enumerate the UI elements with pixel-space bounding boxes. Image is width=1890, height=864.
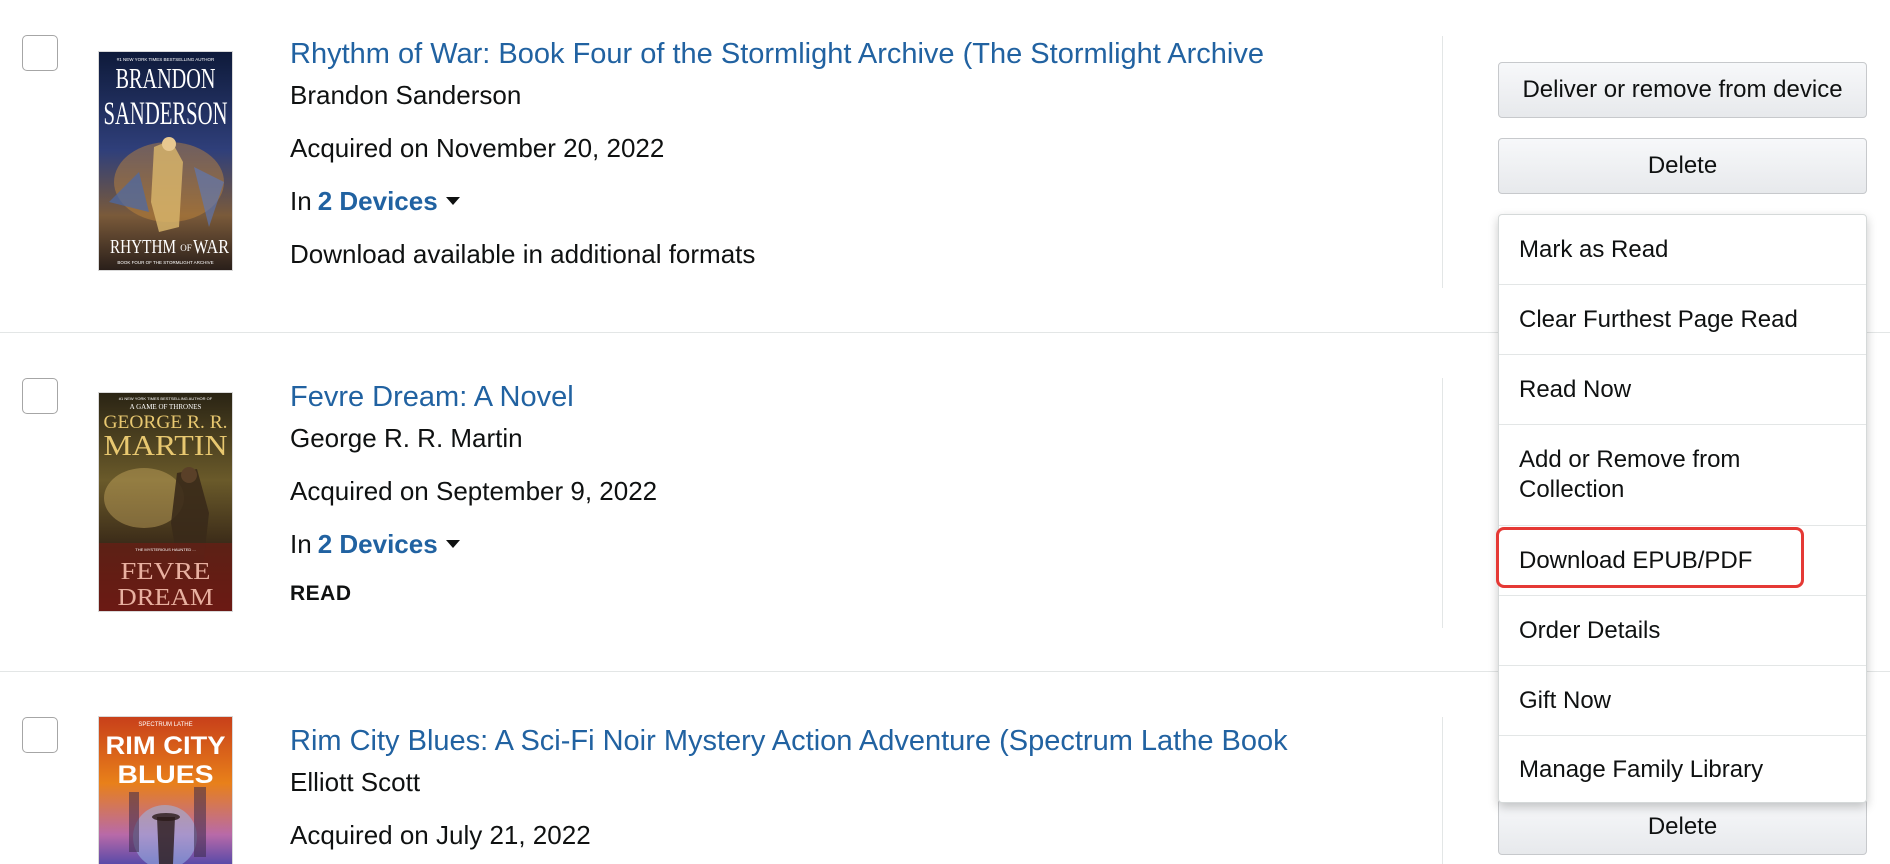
devices-line: In 2 Devices [290,185,460,217]
menu-item-read-now[interactable]: Read Now [1499,355,1866,425]
acquired-date: Acquired on November 20, 2022 [290,133,665,163]
cover-title-of: OF [180,243,192,253]
acquired-date: Acquired on July 21, 2022 [290,820,591,850]
column-divider [1442,378,1443,628]
select-checkbox[interactable] [22,378,58,414]
menu-item-download-epub-pdf[interactable]: Download EPUB/PDF [1499,526,1866,596]
acquired-date: Acquired on September 9, 2022 [290,476,658,506]
devices-line: In 2 Devices [290,528,460,560]
book-title-link[interactable]: Rhythm of War: Book Four of the Stormlig… [290,36,1368,72]
book-cover[interactable]: SPECTRUM LATHE RIM CITY BLUES [99,717,232,864]
more-actions-menu: Mark as Read Clear Furthest Page Read Re… [1498,214,1867,803]
menu-item-gift-now[interactable]: Gift Now [1499,666,1866,736]
delete-button[interactable]: Delete [1498,138,1867,194]
content-library-page: #1 NEW YORK TIMES BESTSELLING AUTHOR BRA… [0,0,1890,864]
cover-title-line1: RIM CITY [106,732,226,760]
cover-author-line1: GEORGE R. R. [104,412,228,433]
menu-item-add-remove-collection[interactable]: Add or Remove from Collection [1499,425,1866,526]
menu-item-manage-family-library[interactable]: Manage Family Library [1499,736,1866,802]
menu-item-mark-as-read[interactable]: Mark as Read [1499,215,1866,285]
caret-down-icon[interactable] [445,540,460,549]
cover-title-main: RHYTHM [110,236,176,258]
cover-tagline: THE MYSTERIOUS HAUNTED ... [135,547,195,552]
cover-title-end: WAR [193,236,230,258]
cover-title-line1: FEVRE [121,559,211,585]
cover-top-text: #1 NEW YORK TIMES BESTSELLING AUTHOR [117,57,215,62]
book-cover[interactable]: #1 NEW YORK TIMES BESTSELLING AUTHOR OF … [99,393,232,611]
devices-link-label[interactable]: 2 Devices [318,529,438,559]
column-divider [1442,717,1443,864]
devices-dropdown[interactable]: 2 Devices [318,186,460,216]
devices-prefix: In [290,529,312,559]
select-checkbox[interactable] [22,717,58,753]
book-title-link[interactable]: Fevre Dream: A Novel [290,379,1368,415]
cover-top-text: #1 NEW YORK TIMES BESTSELLING AUTHOR OF [119,396,213,401]
cover-title-line2: DREAM [118,585,214,611]
devices-dropdown[interactable]: 2 Devices [318,529,460,559]
delete-button[interactable]: Delete [1498,799,1867,855]
book-cover[interactable]: #1 NEW YORK TIMES BESTSELLING AUTHOR BRA… [99,52,232,270]
deliver-or-remove-button[interactable]: Deliver or remove from device [1498,62,1867,118]
download-formats-note: Download available in additional formats [290,239,756,269]
cover-series-text: A GAME OF THRONES [130,403,202,411]
devices-link-label[interactable]: 2 Devices [318,186,438,216]
book-author: George R. R. Martin [290,423,523,453]
menu-item-order-details[interactable]: Order Details [1499,596,1866,666]
caret-down-icon[interactable] [445,197,460,206]
cover-title-line2: BLUES [118,761,214,789]
devices-prefix: In [290,186,312,216]
cover-bottom-text: BOOK FOUR OF THE STORMLIGHT ARCHIVE [117,260,213,265]
read-status-badge: READ [290,582,352,605]
menu-item-clear-furthest-page[interactable]: Clear Furthest Page Read [1499,285,1866,355]
book-author: Elliott Scott [290,767,421,797]
book-author: Brandon Sanderson [290,80,522,110]
cover-top-text: SPECTRUM LATHE [138,722,192,728]
cover-author-line2: MARTIN [104,431,228,462]
cover-author-line1: BRANDON [116,63,216,95]
cover-author-line2: SANDERSON [104,96,228,132]
column-divider [1442,36,1443,288]
select-checkbox[interactable] [22,35,58,71]
book-title-link[interactable]: Rim City Blues: A Sci-Fi Noir Mystery Ac… [290,723,1368,759]
